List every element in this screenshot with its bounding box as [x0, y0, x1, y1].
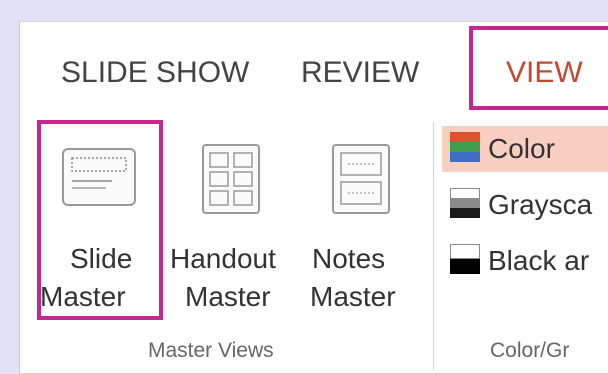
tab-view[interactable]: VIEW: [506, 55, 583, 91]
tab-review[interactable]: REVIEW: [301, 55, 419, 91]
notes-master-icon: [332, 144, 390, 214]
color-grayscale-group-label: Color/Gr: [490, 339, 570, 362]
notes-master-label-line2: Master: [310, 281, 396, 312]
black-white-option-label: Black ar: [488, 245, 590, 276]
powerpoint-ribbon-window: SLIDE SHOW REVIEW VIEW Slide Master Hand…: [19, 21, 608, 374]
notes-master-button[interactable]: Notes Master: [302, 122, 418, 318]
handout-master-label-line2: Master: [185, 281, 271, 312]
handout-master-icon: [202, 144, 260, 214]
color-grayscale-group: Color Graysca Black ar Color/Gr: [442, 110, 608, 374]
grayscale-option[interactable]: Graysca: [442, 182, 608, 226]
ribbon-panel: Slide Master Handout Master Notes Master…: [20, 110, 608, 374]
color-swatch-icon: [450, 132, 480, 162]
slide-master-highlight: [37, 120, 163, 320]
ribbon-tab-bar: SLIDE SHOW REVIEW VIEW: [20, 22, 608, 110]
notes-master-label-line1: Notes: [312, 243, 386, 274]
black-white-swatch-icon: [450, 244, 480, 274]
color-option[interactable]: Color: [442, 126, 608, 172]
handout-master-label-line1: Handout: [170, 243, 276, 274]
group-divider: [433, 122, 434, 370]
master-views-group-label: Master Views: [148, 339, 274, 362]
grayscale-option-label: Graysca: [488, 189, 593, 220]
color-option-label: Color: [488, 133, 555, 164]
black-white-option[interactable]: Black ar: [442, 238, 608, 282]
tab-slide-show[interactable]: SLIDE SHOW: [61, 55, 249, 91]
grayscale-swatch-icon: [450, 188, 480, 218]
handout-master-button[interactable]: Handout Master: [170, 122, 286, 318]
